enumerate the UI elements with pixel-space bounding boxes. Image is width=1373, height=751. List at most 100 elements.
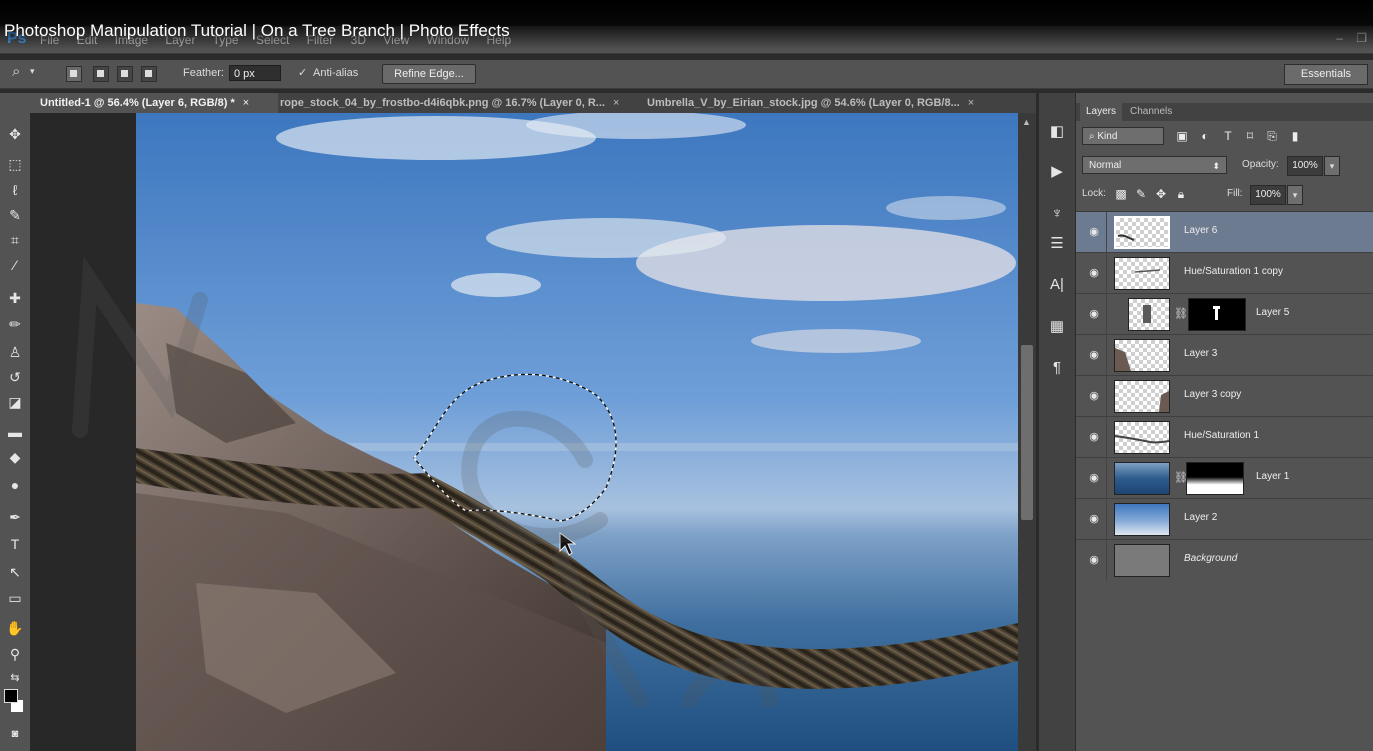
menu-image[interactable]: Image <box>115 33 148 47</box>
layer-name[interactable]: Layer 3 copy <box>1184 389 1241 400</box>
kind-filter-select[interactable]: ⌕ Kind <box>1082 127 1164 145</box>
workspace-select[interactable]: Essentials <box>1284 64 1368 85</box>
gradient-tool-icon[interactable]: ▬ <box>5 423 25 441</box>
visibility-eye-icon[interactable]: ◉ <box>1088 390 1100 402</box>
marquee-tool-icon[interactable]: ⬚ <box>5 155 25 173</box>
close-icon[interactable]: × <box>613 97 619 109</box>
fill-chevron-down-icon[interactable]: ▾ <box>1287 185 1303 205</box>
histogram-icon[interactable]: ◧ <box>1045 121 1069 143</box>
layer-name[interactable]: Layer 6 <box>1184 225 1217 236</box>
visibility-eye-icon[interactable]: ◉ <box>1088 349 1100 361</box>
quick-select-tool-icon[interactable]: ✎ <box>5 206 25 224</box>
lock-pixels-icon[interactable]: ✎ <box>1134 187 1148 201</box>
hand-tool-icon[interactable]: ✋ <box>5 619 25 637</box>
menu-view[interactable]: View <box>383 33 409 47</box>
tab-layers[interactable]: Layers <box>1080 103 1123 121</box>
intersect-selection-button[interactable] <box>141 66 157 82</box>
layer-row[interactable]: ◉ Hue/Saturation 1 <box>1076 417 1373 458</box>
visibility-eye-icon[interactable]: ◉ <box>1088 267 1100 279</box>
brush-presets-icon[interactable]: ♆ <box>1045 203 1069 225</box>
subtract-from-selection-button[interactable] <box>117 66 133 82</box>
menu-filter[interactable]: Filter <box>307 33 334 47</box>
layer-name[interactable]: Background <box>1184 553 1237 564</box>
layer-row[interactable]: ◉ Background <box>1076 540 1373 581</box>
path-select-tool-icon[interactable]: ↖ <box>5 563 25 581</box>
tool-preset-chevron-down-icon[interactable]: ▾ <box>30 66 35 77</box>
pixel-filter-icon[interactable]: ▣ <box>1174 128 1190 144</box>
shape-filter-icon[interactable]: ⌑ <box>1242 128 1258 144</box>
tab-umbrella-stock[interactable]: Umbrella_V_by_Eirian_stock.jpg @ 54.6% (… <box>637 93 1007 113</box>
add-to-selection-button[interactable] <box>93 66 109 82</box>
adjustments-icon[interactable]: ☰ <box>1045 233 1069 255</box>
dodge-tool-icon[interactable]: ● <box>5 476 25 494</box>
feather-input[interactable]: 0 px <box>229 65 281 81</box>
move-tool-icon[interactable]: ✥ <box>5 125 25 143</box>
swap-colors-icon[interactable]: ⇆ <box>5 669 25 687</box>
restore-button[interactable]: ❐ <box>1356 31 1367 45</box>
type-tool-icon[interactable]: T <box>5 535 25 553</box>
crop-tool-icon[interactable]: ⌗ <box>5 231 25 249</box>
layer-name[interactable]: Layer 5 <box>1256 307 1289 318</box>
blur-tool-icon[interactable]: ◆ <box>5 448 25 466</box>
close-icon[interactable]: × <box>243 97 249 109</box>
tab-rope-stock[interactable]: rope_stock_04_by_frostbo-d4i6qbk.png @ 1… <box>270 93 644 113</box>
character-icon[interactable]: A| <box>1045 274 1069 296</box>
lock-transparency-icon[interactable]: ▩ <box>1114 187 1128 201</box>
menu-file[interactable]: File <box>40 33 59 47</box>
eyedropper-tool-icon[interactable]: ⁄ <box>5 256 25 274</box>
canvas-scrollbar[interactable]: ▲ <box>1018 113 1036 751</box>
layer-row[interactable]: ◉ Layer 3 <box>1076 335 1373 376</box>
minimize-button[interactable]: – <box>1336 31 1343 45</box>
layer-name[interactable]: Layer 3 <box>1184 348 1217 359</box>
visibility-eye-icon[interactable]: ◉ <box>1088 308 1100 320</box>
menu-select[interactable]: Select <box>256 33 289 47</box>
smart-object-filter-icon[interactable]: ⎘ <box>1264 128 1280 144</box>
healing-tool-icon[interactable]: ✚ <box>5 289 25 307</box>
blend-mode-select[interactable]: Normal ⬍ <box>1082 156 1227 174</box>
menu-help[interactable]: Help <box>487 33 512 47</box>
visibility-eye-icon[interactable]: ◉ <box>1088 472 1100 484</box>
type-filter-icon[interactable]: T <box>1220 128 1236 144</box>
menu-layer[interactable]: Layer <box>165 33 195 47</box>
layer-row[interactable]: ◉ Layer 3 copy <box>1076 376 1373 417</box>
lock-all-icon[interactable]: 🔒︎ <box>1174 187 1188 201</box>
filter-toggle-icon[interactable]: ▮ <box>1287 128 1303 144</box>
opacity-chevron-down-icon[interactable]: ▾ <box>1324 156 1340 176</box>
pen-tool-icon[interactable]: ✒ <box>5 508 25 526</box>
layer-row[interactable]: ◉ ⛓ Layer 5 <box>1076 294 1373 335</box>
canvas-area[interactable] <box>30 113 1018 751</box>
stamp-tool-icon[interactable]: ♙ <box>5 343 25 361</box>
menu-edit[interactable]: Edit <box>77 33 98 47</box>
layer-row[interactable]: ◉ Hue/Saturation 1 copy <box>1076 253 1373 294</box>
zoom-tool-icon[interactable]: ⚲ <box>5 645 25 663</box>
opacity-input[interactable]: 100% <box>1287 156 1323 176</box>
layer-mask-thumbnail[interactable] <box>1186 462 1244 495</box>
menu-type[interactable]: Type <box>213 33 239 47</box>
lasso-tool-icon[interactable]: ℓ <box>5 181 25 199</box>
menu-3d[interactable]: 3D <box>351 33 366 47</box>
layer-name[interactable]: Layer 1 <box>1256 471 1289 482</box>
brush-tool-icon[interactable]: ✏ <box>5 315 25 333</box>
tab-untitled-1[interactable]: Untitled-1 @ 56.4% (Layer 6, RGB/8) * × <box>30 93 278 113</box>
layer-row[interactable]: ◉ Layer 6 <box>1076 212 1373 253</box>
visibility-eye-icon[interactable]: ◉ <box>1088 226 1100 238</box>
visibility-eye-icon[interactable]: ◉ <box>1088 554 1100 566</box>
visibility-eye-icon[interactable]: ◉ <box>1088 513 1100 525</box>
lasso-icon[interactable]: ⌕ <box>12 63 20 80</box>
eraser-tool-icon[interactable]: ◪ <box>5 393 25 411</box>
foreground-color-swatch[interactable] <box>4 689 18 703</box>
layer-name[interactable]: Layer 2 <box>1184 512 1217 523</box>
layer-row[interactable]: ◉ Layer 2 <box>1076 499 1373 540</box>
history-brush-tool-icon[interactable]: ↺ <box>5 368 25 386</box>
actions-play-icon[interactable]: ▶ <box>1045 161 1069 183</box>
shape-tool-icon[interactable]: ▭ <box>5 589 25 607</box>
close-icon[interactable]: × <box>968 97 974 109</box>
link-icon[interactable]: ⛓ <box>1174 307 1188 320</box>
swatches-icon[interactable]: ▦ <box>1045 316 1069 338</box>
antialias-checkbox[interactable]: ✓ <box>298 66 307 79</box>
layer-name[interactable]: Hue/Saturation 1 copy <box>1184 266 1283 277</box>
layer-name[interactable]: Hue/Saturation 1 <box>1184 430 1259 441</box>
scroll-up-icon[interactable]: ▲ <box>1022 117 1031 127</box>
quick-mask-icon[interactable]: ◙ <box>5 725 25 743</box>
refine-edge-button[interactable]: Refine Edge... <box>382 64 476 84</box>
